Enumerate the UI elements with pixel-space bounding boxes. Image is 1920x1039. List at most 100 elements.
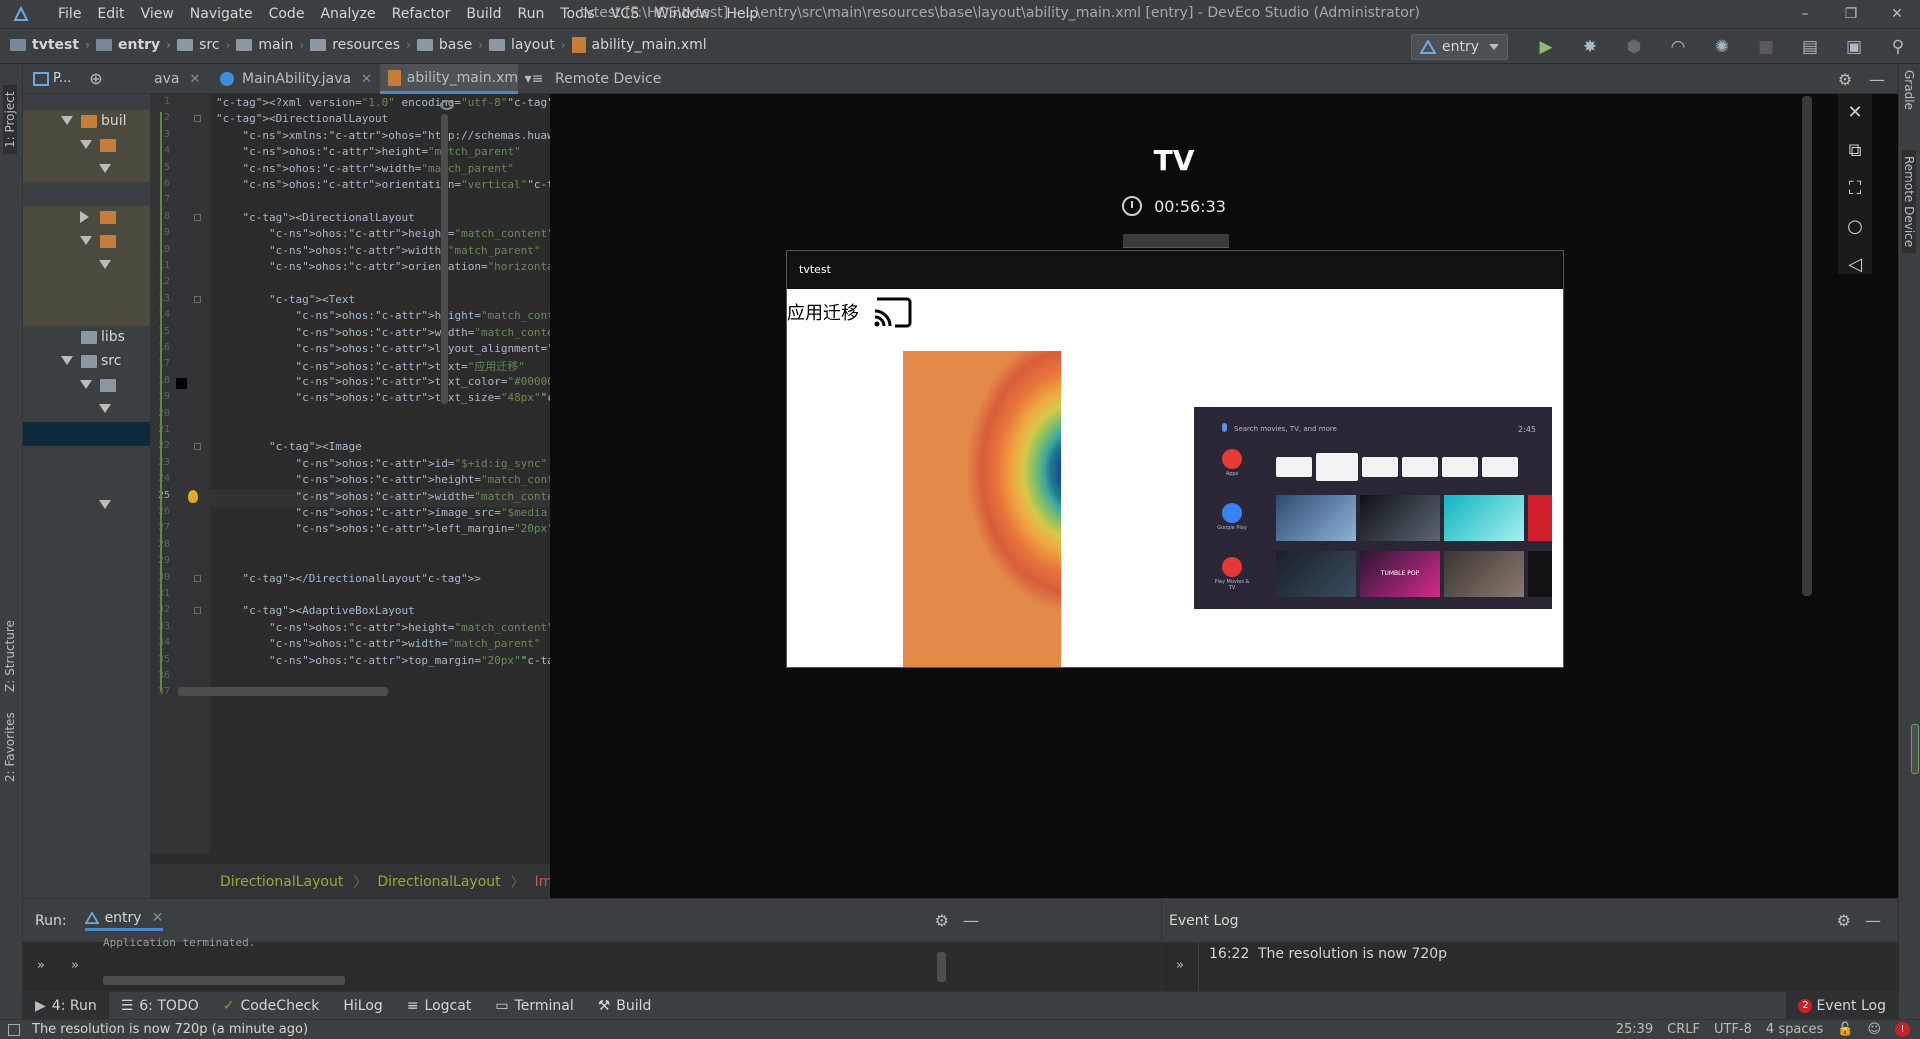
tree-item[interactable] <box>23 470 150 494</box>
breadcrumb-item-src[interactable]: src › <box>177 37 230 53</box>
fold-marker-icon[interactable] <box>194 115 201 123</box>
tree-item[interactable] <box>23 302 150 326</box>
fullscreen-icon[interactable]: ⛶ <box>1838 170 1872 208</box>
fold-marker-icon[interactable] <box>194 574 201 582</box>
chevron-right-icon[interactable] <box>80 211 89 223</box>
gear-icon[interactable]: ⚙ <box>935 911 949 930</box>
tree-item[interactable] <box>23 182 150 206</box>
gear-icon[interactable]: ⚙ <box>1830 64 1860 94</box>
menu-code[interactable]: Code <box>261 4 313 24</box>
tool-window-todo[interactable]: ☰ 6: TODO <box>109 992 211 1020</box>
code-line[interactable]: "c-tag"><Image <box>216 440 362 453</box>
menu-tools[interactable]: Tools <box>552 4 603 24</box>
tv-screen[interactable]: tvtest 应用迁移 Search movies, TV, and more … <box>786 250 1564 668</box>
memory-indicator[interactable] <box>1911 724 1919 774</box>
tree-item[interactable] <box>23 446 150 470</box>
line-separator[interactable]: CRLF <box>1667 1022 1700 1037</box>
color-swatch-icon[interactable] <box>176 378 187 389</box>
code-line[interactable]: "c-ns">ohos:"c-attr">height="match_conte… <box>216 309 580 322</box>
build-icon[interactable]: ✺ <box>1700 29 1744 65</box>
code-line[interactable]: "c-ns">ohos:"c-attr">orientation="vertic… <box>216 178 587 191</box>
chevron-down-icon[interactable] <box>80 236 92 245</box>
code-line[interactable]: "c-ns">ohos:"c-attr">height="match_conte… <box>216 227 554 240</box>
breadcrumb-item-base[interactable]: base › <box>416 37 483 53</box>
run-configuration-select[interactable]: entry <box>1410 34 1508 60</box>
project-tool-button[interactable]: 1: Project <box>3 85 17 154</box>
code-line[interactable]: "c-ns">ohos:"c-attr">text_color="#000000… <box>216 375 567 388</box>
code-line[interactable]: "c-ns">ohos:"c-attr">height="match_paren… <box>216 145 521 158</box>
fold-marker-icon[interactable] <box>194 213 201 221</box>
chevron-down-icon[interactable] <box>61 116 73 125</box>
code-line[interactable]: "c-ns">ohos:"c-attr">height="match_conte… <box>216 473 580 486</box>
tree-item[interactable] <box>23 134 150 158</box>
hide-panel-icon[interactable]: — <box>1865 911 1881 930</box>
status-message[interactable]: The resolution is now 720p (a minute ago… <box>32 1022 308 1037</box>
stop-icon[interactable]: ■ <box>1744 29 1788 65</box>
tool-window-terminal[interactable]: ▭ Terminal <box>483 992 585 1020</box>
inspector-icon[interactable]: ☺ <box>1867 1022 1881 1037</box>
close-icon[interactable]: ✕ <box>361 72 372 87</box>
minimize-button[interactable]: – <box>1782 0 1828 28</box>
back-icon[interactable]: ◁ <box>1838 246 1872 284</box>
code-line[interactable]: "c-tag"><?xml version="1.0" encoding="ut… <box>216 96 574 109</box>
fold-marker-icon[interactable] <box>194 607 201 615</box>
tool-window-codecheck[interactable]: ✓ CodeCheck <box>211 992 332 1020</box>
menu-analyze[interactable]: Analyze <box>312 4 383 24</box>
tree-item[interactable] <box>23 422 150 446</box>
chevron-down-icon[interactable] <box>99 404 111 413</box>
tab-mainability[interactable]: MainAbility.java ✕ <box>210 64 372 94</box>
fold-marker-icon[interactable] <box>194 295 201 303</box>
tree-item[interactable] <box>23 398 150 422</box>
menu-vcs[interactable]: VCS <box>603 4 647 24</box>
favorites-tool-button[interactable]: 2: Favorites <box>3 712 17 782</box>
gradle-tool-button[interactable]: Gradle <box>1902 70 1916 110</box>
code-line[interactable]: "c-tag"><DirectionalLayout <box>216 211 415 224</box>
notification-icon[interactable]: ! <box>1895 1022 1910 1037</box>
run-tab-entry[interactable]: entry ✕ <box>84 910 164 931</box>
tree-item[interactable] <box>23 158 150 182</box>
code-line[interactable]: "c-ns">ohos:"c-attr">width="match_parent… <box>216 637 541 650</box>
chevron-down-icon[interactable] <box>99 500 111 509</box>
menu-view[interactable]: View <box>133 4 182 24</box>
code-line[interactable]: "c-ns">ohos:"c-attr">text_size="48px""c-… <box>216 391 606 404</box>
project-view-select[interactable]: P... <box>53 71 71 86</box>
chevron-down-icon[interactable] <box>99 260 111 269</box>
caret-position[interactable]: 25:39 <box>1616 1022 1653 1037</box>
expand-icon[interactable]: » <box>1176 958 1184 973</box>
lock-icon[interactable]: 🔓 <box>1837 1022 1853 1037</box>
output-scrollbar[interactable] <box>937 952 946 982</box>
code-line[interactable]: "c-ns">ohos:"c-attr">width="match_parent… <box>216 244 541 257</box>
chevron-down-icon[interactable] <box>80 140 92 149</box>
breadcrumb-item-layout[interactable]: layout › <box>489 37 566 53</box>
project-structure-icon[interactable]: ▤ <box>1788 29 1832 65</box>
expand-icon[interactable]: » <box>37 958 45 973</box>
breadcrumb-item-main[interactable]: main › <box>236 37 304 53</box>
editor-scrollbar[interactable] <box>441 114 448 404</box>
lightbulb-icon[interactable] <box>188 490 198 503</box>
tree-item[interactable]: libs <box>23 326 150 350</box>
chevron-down-icon[interactable] <box>80 380 92 389</box>
locate-icon[interactable]: ⊕ <box>89 69 102 88</box>
hide-panel-icon[interactable]: — <box>963 911 979 930</box>
menu-build[interactable]: Build <box>458 4 509 24</box>
editor-breadcrumb-item[interactable]: DirectionalLayout <box>220 874 343 890</box>
menu-window[interactable]: Window <box>647 4 718 24</box>
indent-setting[interactable]: 4 spaces <box>1766 1022 1823 1037</box>
menu-refactor[interactable]: Refactor <box>384 4 459 24</box>
tree-item[interactable] <box>23 494 150 518</box>
search-icon[interactable]: ⚲ <box>1876 29 1920 65</box>
code-line[interactable]: "c-ns">ohos:"c-attr">width="match_parent… <box>216 162 515 175</box>
code-line[interactable]: "c-ns">ohos:"c-attr">layout_alignment="c… <box>216 342 600 355</box>
breadcrumb-item-project[interactable]: tvtest › <box>10 37 90 53</box>
code-line[interactable]: "c-ns">ohos:"c-attr">image_src="$media:c… <box>216 506 586 519</box>
attach-debugger-icon[interactable]: ⬢ <box>1612 29 1656 65</box>
code-line[interactable]: "c-ns">ohos:"c-attr">width="match_conten… <box>216 490 573 503</box>
tree-item[interactable]: buil <box>23 110 150 134</box>
output-hscrollbar[interactable] <box>103 976 345 985</box>
tree-item[interactable] <box>23 254 150 278</box>
remote-device-tool-button[interactable]: Remote Device <box>1902 150 1916 254</box>
tool-window-hilog[interactable]: HiLog <box>331 992 394 1020</box>
tool-window-build[interactable]: ⚒ Build <box>586 992 664 1020</box>
cast-icon[interactable] <box>873 295 913 329</box>
expand-icon[interactable]: » <box>71 958 79 973</box>
